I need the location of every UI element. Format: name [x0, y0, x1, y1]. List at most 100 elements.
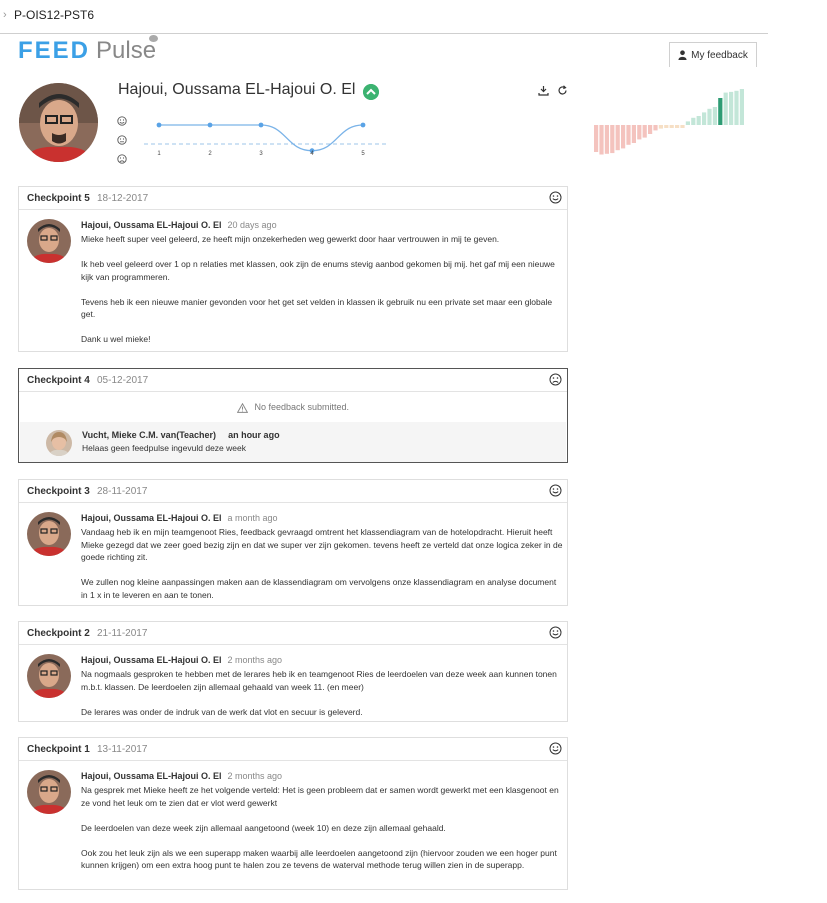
checkpoint-date: 18-12-2017 — [97, 193, 149, 204]
no-feedback-notice: No feedback submitted. — [19, 392, 567, 422]
trend-point[interactable] — [207, 122, 213, 128]
checkpoint-label: Checkpoint 4 — [27, 375, 90, 386]
teacher-text: Helaas geen feedpulse ingevuld deze week — [82, 443, 246, 453]
avatar — [27, 770, 71, 814]
teacher-avatar — [46, 430, 72, 456]
my-feedback-label: My feedback — [691, 49, 748, 61]
happy-smiley-icon[interactable] — [549, 484, 562, 497]
histogram-bar — [658, 125, 663, 129]
class-mood-histogram — [594, 89, 744, 155]
mood-trend-chart: 12345 — [117, 116, 389, 164]
histogram-bar — [685, 121, 690, 125]
refresh-icon[interactable] — [557, 85, 568, 96]
histogram-bar — [675, 125, 680, 128]
sad-smiley-icon[interactable] — [549, 373, 562, 386]
author-name[interactable]: Hajoui, Oussama EL-Hajoui O. El — [81, 513, 222, 523]
paragraph: Na gesprek met Mieke heeft ze het volgen… — [81, 785, 559, 808]
no-feedback-text: No feedback submitted. — [254, 402, 350, 412]
histogram-bar — [637, 125, 642, 140]
logo-feed-text: FEED — [18, 37, 91, 64]
histogram-bar — [642, 125, 647, 138]
happy-smiley-icon[interactable] — [549, 742, 562, 755]
my-feedback-tab[interactable]: My feedback — [669, 42, 757, 67]
author-name[interactable]: Hajoui, Oussama EL-Hajoui O. El — [81, 655, 222, 665]
histogram-bar — [664, 125, 669, 128]
paragraph: Na nogmaals gesproken te hebben met de l… — [81, 669, 557, 692]
time-ago: a month ago — [227, 513, 278, 523]
author-line: Hajoui, Oussama EL-Hajoui O. El 20 days a… — [81, 220, 277, 230]
author-line: Hajoui, Oussama EL-Hajoui O. El a month a… — [81, 513, 278, 523]
paragraph: Mieke heeft super veel geleerd, ze heeft… — [81, 234, 500, 244]
histogram-bar — [691, 117, 696, 125]
paragraph: Vandaag heb ik en mijn teamgenoot Ries, … — [81, 527, 563, 562]
teacher-line: Vucht, Mieke C.M. van(Teacher) an hour ag… — [82, 430, 280, 440]
paragraph: Ik heb veel geleerd over 1 op n relaties… — [81, 259, 555, 282]
paragraph: Ook zou het leuk zijn als we een superap… — [81, 847, 557, 871]
user-icon — [678, 50, 687, 60]
feedback-text: Na nogmaals gesproken te hebben met de l… — [81, 668, 563, 718]
download-icon[interactable] — [538, 85, 549, 96]
checkpoint-date: 13-11-2017 — [97, 744, 148, 755]
histogram-bar — [615, 125, 620, 151]
breadcrumb-bar: › P-OIS12-PST6 — [0, 0, 768, 34]
paragraph: Dank u wel mieke! — [81, 334, 151, 344]
author-name[interactable]: Hajoui, Oussama EL-Hajoui O. El — [81, 220, 222, 230]
checkpoint-label: Checkpoint 2 — [27, 628, 90, 639]
checkpoint-card-5: Checkpoint 5 18-12-2017 Hajoui, Oussama … — [18, 186, 568, 352]
histogram-bar — [739, 89, 744, 125]
time-ago: 2 months ago — [227, 771, 283, 781]
logo-pulse-text: Pulse — [96, 37, 157, 64]
speech-bubble-icon — [149, 35, 158, 42]
checkpoint-label: Checkpoint 3 — [27, 486, 90, 497]
time-ago: 20 days ago — [227, 220, 277, 230]
histogram-bar — [631, 125, 636, 143]
checkpoint-label: Checkpoint 5 — [27, 193, 90, 204]
feedback-text: Na gesprek met Mieke heeft ze het volgen… — [81, 784, 563, 872]
x-tick-label: 3 — [259, 151, 263, 157]
time-ago: an hour ago — [228, 430, 280, 440]
happy-face-icon — [117, 116, 127, 126]
paragraph: Tevens heb ik een nieuwe manier gevonden… — [81, 296, 553, 320]
histogram-bar — [594, 125, 599, 152]
histogram-bar — [604, 125, 609, 154]
histogram-bar — [734, 90, 739, 125]
teacher-name[interactable]: Vucht, Mieke C.M. van — [82, 430, 176, 440]
author-line: Hajoui, Oussama EL-Hajoui O. El 2 months … — [81, 655, 282, 665]
histogram-bar — [718, 98, 723, 125]
histogram-bar — [680, 125, 685, 128]
chevron-right-icon[interactable]: › — [3, 9, 7, 21]
paragraph: We zullen nog kleine aanpassingen maken … — [81, 577, 557, 600]
checkpoint-date: 05-12-2017 — [97, 375, 149, 386]
sad-face-icon — [117, 154, 127, 164]
avatar — [27, 219, 71, 263]
checkpoint-card-2: Checkpoint 2 21-11-2017 Hajoui, Oussama … — [18, 621, 568, 722]
checkpoint-card-4[interactable]: Checkpoint 4 05-12-2017 No feedback subm… — [18, 368, 568, 463]
checkpoint-date: 21-11-2017 — [97, 628, 148, 639]
breadcrumb[interactable]: P-OIS12-PST6 — [14, 8, 94, 22]
trend-point[interactable] — [258, 122, 264, 128]
feedback-text: Vandaag heb ik en mijn teamgenoot Ries, … — [81, 526, 563, 601]
avatar — [27, 654, 71, 698]
trend-point[interactable] — [360, 122, 366, 128]
trend-point[interactable] — [156, 122, 162, 128]
author-name[interactable]: Hajoui, Oussama EL-Hajoui O. El — [81, 771, 222, 781]
histogram-bar — [712, 107, 717, 125]
histogram-bar — [621, 125, 626, 149]
neutral-face-icon — [117, 135, 127, 145]
warning-icon — [236, 402, 248, 413]
checkpoint-date: 28-11-2017 — [97, 486, 148, 497]
histogram-bar — [707, 108, 712, 125]
x-tick-label: 1 — [157, 151, 161, 157]
happy-smiley-icon[interactable] — [549, 626, 562, 639]
happy-smiley-icon[interactable] — [549, 191, 562, 204]
feedback-text: Mieke heeft super veel geleerd, ze heeft… — [81, 233, 563, 346]
time-ago: 2 months ago — [227, 655, 283, 665]
checkpoint-card-1: Checkpoint 1 13-11-2017 Hajoui, Oussama … — [18, 737, 568, 890]
histogram-bar — [702, 112, 707, 125]
x-tick-label: 5 — [361, 151, 365, 157]
chevron-up-icon[interactable] — [363, 84, 379, 100]
avatar — [27, 512, 71, 556]
student-name: Hajoui, Oussama EL-Hajoui O. El — [118, 81, 356, 98]
paragraph: De lerares was onder de indruk van de we… — [81, 706, 363, 717]
x-tick-label: 2 — [208, 151, 212, 157]
